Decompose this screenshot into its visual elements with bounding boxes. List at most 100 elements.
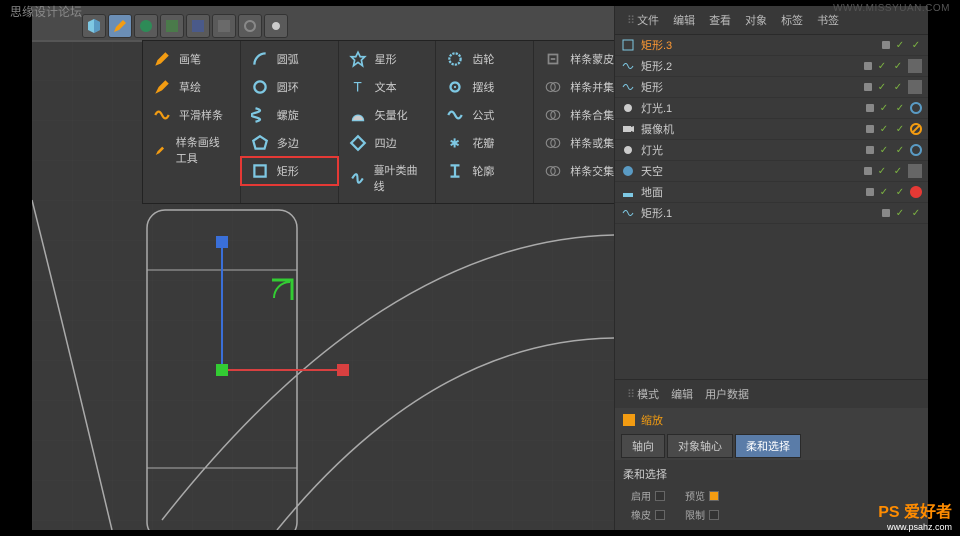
target-tag[interactable] bbox=[910, 144, 922, 156]
dropdown-profile[interactable]: 轮廓 bbox=[436, 157, 533, 185]
checkbox[interactable] bbox=[709, 510, 719, 520]
dropdown-col-2: 圆弧 圆环 螺旋 多边 矩形 bbox=[241, 41, 339, 203]
dropdown-ngon[interactable]: 多边 bbox=[241, 129, 338, 157]
obj-row-light[interactable]: 灯光✓✓ bbox=[615, 140, 928, 161]
x-handle[interactable] bbox=[337, 364, 349, 376]
target-tag[interactable] bbox=[910, 102, 922, 114]
dropdown-col-3: 星形 T文本 矢量化 四边 蔓叶类曲线 bbox=[339, 41, 437, 203]
dropdown-spline-pen[interactable]: 样条画线工具 bbox=[143, 129, 240, 171]
object-manager-panel: ⠿文件 编辑 查看 对象 标签 书签 矩形.3✓✓ 矩形.2✓✓ 矩形✓✓ 灯光… bbox=[614, 6, 928, 530]
deformer-tool-button[interactable] bbox=[186, 14, 210, 38]
light-icon bbox=[621, 101, 635, 115]
dropdown-freehand[interactable]: 画笔 bbox=[143, 45, 240, 73]
obj-row-rect2[interactable]: 矩形.2✓✓ bbox=[615, 56, 928, 77]
cube-tool-button[interactable] bbox=[82, 14, 106, 38]
spline-pen-icon bbox=[153, 141, 168, 159]
merge-icon bbox=[544, 106, 562, 124]
dropdown-cissoid[interactable]: 蔓叶类曲线 bbox=[339, 157, 436, 199]
obj-row-rect[interactable]: 矩形✓✓ bbox=[615, 77, 928, 98]
dropdown-4side[interactable]: 四边 bbox=[339, 129, 436, 157]
attr-header: ⠿模式 编辑 用户数据 bbox=[615, 380, 928, 408]
app-window: 画笔 草绘 平滑样条 样条画线工具 圆弧 圆环 螺旋 多边 矩形 星形 T文本 … bbox=[32, 6, 928, 530]
spline-icon bbox=[621, 59, 635, 73]
attr-tab-objaxis[interactable]: 对象轴心 bbox=[667, 434, 733, 458]
obj-row-floor[interactable]: 地面✓✓ bbox=[615, 182, 928, 203]
dropdown-sketch[interactable]: 草绘 bbox=[143, 73, 240, 101]
rect-icon bbox=[621, 38, 635, 52]
sky-icon bbox=[621, 164, 635, 178]
pen-tool-button[interactable] bbox=[108, 14, 132, 38]
vis-dot[interactable] bbox=[882, 41, 890, 49]
y-handle[interactable] bbox=[216, 236, 228, 248]
nurbs-tool-button[interactable] bbox=[134, 14, 158, 38]
dropdown-cog[interactable]: 齿轮 bbox=[436, 45, 533, 73]
attr-field-rubber[interactable]: 橡皮 bbox=[631, 507, 665, 522]
or-icon bbox=[544, 134, 562, 152]
enable-check[interactable]: ✓ bbox=[894, 39, 906, 51]
origin-handle[interactable] bbox=[216, 364, 228, 376]
arc-icon bbox=[251, 50, 269, 68]
dropdown-arc[interactable]: 圆弧 bbox=[241, 45, 338, 73]
circle-icon bbox=[251, 78, 269, 96]
generator-icon bbox=[164, 18, 180, 34]
attr-field-limit[interactable]: 限制 bbox=[685, 507, 719, 522]
generator-tool-button[interactable] bbox=[160, 14, 184, 38]
obj-row-light1[interactable]: 灯光.1✓✓ bbox=[615, 98, 928, 119]
dropdown-circle[interactable]: 圆环 bbox=[241, 73, 338, 101]
svg-text:✱: ✱ bbox=[450, 137, 460, 151]
dropdown-cycloid[interactable]: 摆线 bbox=[436, 73, 533, 101]
4side-icon bbox=[349, 134, 367, 152]
attr-tab-userdata[interactable]: 用户数据 bbox=[699, 384, 755, 404]
attr-tab-axis[interactable]: 轴向 bbox=[621, 434, 665, 458]
material-tag[interactable] bbox=[910, 186, 922, 198]
checkbox[interactable] bbox=[709, 491, 719, 501]
pen-icon bbox=[153, 50, 171, 68]
dropdown-col-1: 画笔 草绘 平滑样条 样条画线工具 bbox=[143, 41, 241, 203]
dropdown-star[interactable]: 星形 bbox=[339, 45, 436, 73]
object-list[interactable]: 矩形.3✓✓ 矩形.2✓✓ 矩形✓✓ 灯光.1✓✓ 摄像机✓✓ 灯光✓✓ 天空✓… bbox=[615, 35, 928, 379]
render-check[interactable]: ✓ bbox=[910, 39, 922, 51]
dropdown-formula[interactable]: 公式 bbox=[436, 101, 533, 129]
camera-icon bbox=[242, 18, 258, 34]
texture-tag[interactable] bbox=[908, 80, 922, 94]
dropdown-rectangle[interactable]: 矩形 bbox=[241, 157, 338, 185]
texture-tag[interactable] bbox=[908, 59, 922, 73]
floor-icon bbox=[621, 185, 635, 199]
sketch-icon bbox=[153, 78, 171, 96]
attr-tab-mode[interactable]: ⠿模式 bbox=[621, 384, 665, 404]
light-tool-button[interactable] bbox=[264, 14, 288, 38]
attr-field-enable[interactable]: 启用 bbox=[631, 488, 665, 503]
camera-tool-button[interactable] bbox=[238, 14, 262, 38]
attr-field-preview[interactable]: 预览 bbox=[685, 488, 719, 503]
dropdown-vectorize[interactable]: 矢量化 bbox=[339, 101, 436, 129]
obj-row-sky[interactable]: 天空✓✓ bbox=[615, 161, 928, 182]
spline-icon bbox=[621, 206, 635, 220]
dropdown-smooth[interactable]: 平滑样条 bbox=[143, 101, 240, 129]
protection-tag[interactable] bbox=[910, 123, 922, 135]
obj-tab-tags[interactable]: 标签 bbox=[775, 10, 809, 30]
scene-tool-button[interactable] bbox=[212, 14, 236, 38]
obj-row-rect1[interactable]: 矩形.1✓✓ bbox=[615, 203, 928, 224]
obj-tab-object[interactable]: 对象 bbox=[739, 10, 773, 30]
dropdown-text[interactable]: T文本 bbox=[339, 73, 436, 101]
vis-dot[interactable] bbox=[864, 62, 872, 70]
profile-icon bbox=[446, 162, 464, 180]
checkbox[interactable] bbox=[655, 510, 665, 520]
dropdown-flower[interactable]: ✱花瓣 bbox=[436, 129, 533, 157]
obj-row-rect3[interactable]: 矩形.3✓✓ bbox=[615, 35, 928, 56]
attr-tab-edit[interactable]: 编辑 bbox=[665, 384, 699, 404]
obj-tab-file[interactable]: ⠿文件 bbox=[621, 10, 665, 30]
obj-tab-view[interactable]: 查看 bbox=[703, 10, 737, 30]
obj-tab-edit[interactable]: 编辑 bbox=[667, 10, 701, 30]
dropdown-helix[interactable]: 螺旋 bbox=[241, 101, 338, 129]
cube-icon bbox=[86, 18, 102, 34]
light-icon bbox=[268, 18, 284, 34]
pen-icon bbox=[112, 18, 128, 34]
vectorize-icon bbox=[349, 106, 367, 124]
checkbox[interactable] bbox=[655, 491, 665, 501]
star-icon bbox=[349, 50, 367, 68]
texture-tag[interactable] bbox=[908, 164, 922, 178]
obj-row-camera[interactable]: 摄像机✓✓ bbox=[615, 119, 928, 140]
attr-tab-softsel[interactable]: 柔和选择 bbox=[735, 434, 801, 458]
svg-text:T: T bbox=[353, 80, 361, 95]
